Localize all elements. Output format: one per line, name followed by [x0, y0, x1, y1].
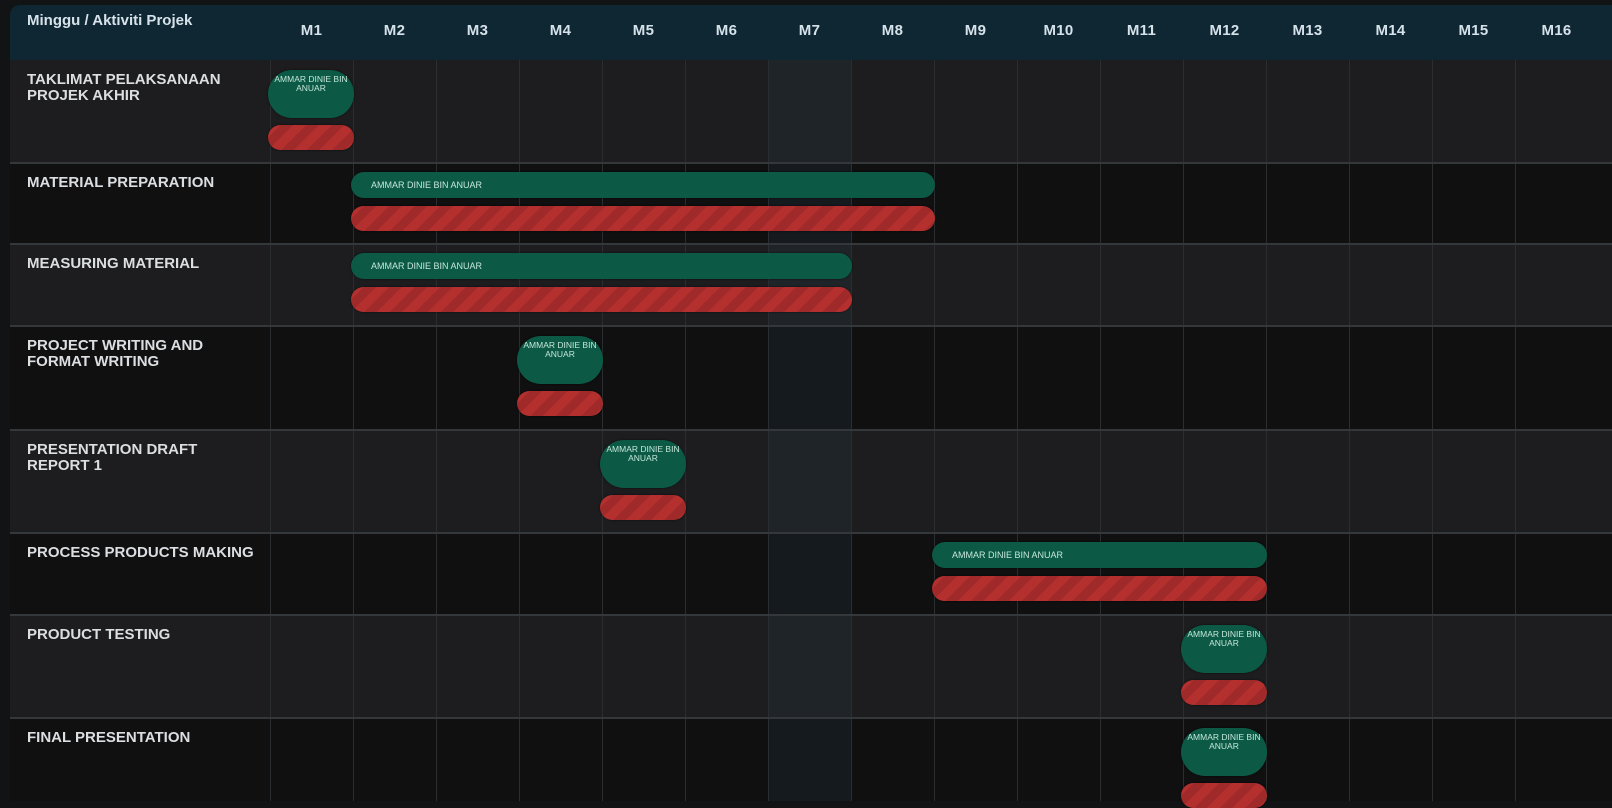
actual-bar [268, 125, 354, 150]
activity-label: PROCESS PRODUCTS MAKING [27, 544, 254, 561]
gantt-chart: Minggu / Aktiviti Projek M1 M2 M3 M4 M5 M6 M7 M… [0, 0, 1612, 808]
week-label: M5 [632, 22, 655, 39]
actual-bar [600, 495, 686, 520]
plan-bar: AMMAR DINIE BIN ANUAR [351, 253, 852, 279]
activity-label: MATERIAL PREPARATION [27, 174, 215, 191]
week-label: M7 [798, 22, 821, 39]
plan-bar: AMMAR DINIE BIN ANUAR [932, 542, 1267, 568]
week-label: M10 [1043, 22, 1074, 39]
week-label: M2 [383, 22, 406, 39]
row-separator [10, 325, 1612, 327]
actual-bar [351, 206, 935, 231]
row-separator [10, 532, 1612, 534]
activity-label: FINAL PRESENTATION [27, 729, 191, 746]
activity-label: PRODUCT TESTING [27, 626, 171, 643]
activity-label: MEASURING MATERIAL [27, 255, 200, 272]
week-label: M1 [300, 22, 323, 39]
week-label: M6 [715, 22, 738, 39]
actual-bar [517, 391, 603, 416]
week-label: M9 [964, 22, 987, 39]
week-label: M11 [1126, 22, 1157, 39]
row-separator [10, 614, 1612, 616]
plan-bar: AMMAR DINIE BIN ANUAR [351, 172, 935, 198]
plan-bar: AMMAR DINIE BIN ANUAR [600, 440, 686, 488]
actual-bar [1181, 783, 1267, 808]
week-label: M16 [1541, 22, 1572, 39]
plan-bar: AMMAR DINIE BIN ANUAR [517, 336, 603, 384]
plan-bar: AMMAR DINIE BIN ANUAR [268, 70, 354, 118]
activity-label: PROJECT WRITING AND FORMAT WRITING [27, 337, 204, 370]
row-separator [10, 243, 1612, 245]
activity-label: PRESENTATION DRAFT REPORT 1 [27, 441, 198, 474]
week-label: M14 [1375, 22, 1406, 39]
actual-bar [351, 287, 852, 312]
row-separator [10, 429, 1612, 431]
plan-bar: AMMAR DINIE BIN ANUAR [1181, 625, 1267, 673]
activity-label: TAKLIMAT PELAKSANAAN PROJEK AKHIR [27, 71, 221, 104]
row-separator [10, 717, 1612, 719]
week-label: M15 [1458, 22, 1489, 39]
week-label: M13 [1292, 22, 1323, 39]
week-label: M12 [1209, 22, 1240, 39]
actual-bar [1181, 680, 1267, 705]
corner-label: Minggu / Aktiviti Projek [27, 12, 193, 29]
actual-bar [932, 576, 1267, 601]
row-separator [10, 162, 1612, 164]
plan-bar: AMMAR DINIE BIN ANUAR [1181, 728, 1267, 776]
week-label: M4 [549, 22, 572, 39]
week-label: M3 [466, 22, 489, 39]
week-label: M8 [881, 22, 904, 39]
